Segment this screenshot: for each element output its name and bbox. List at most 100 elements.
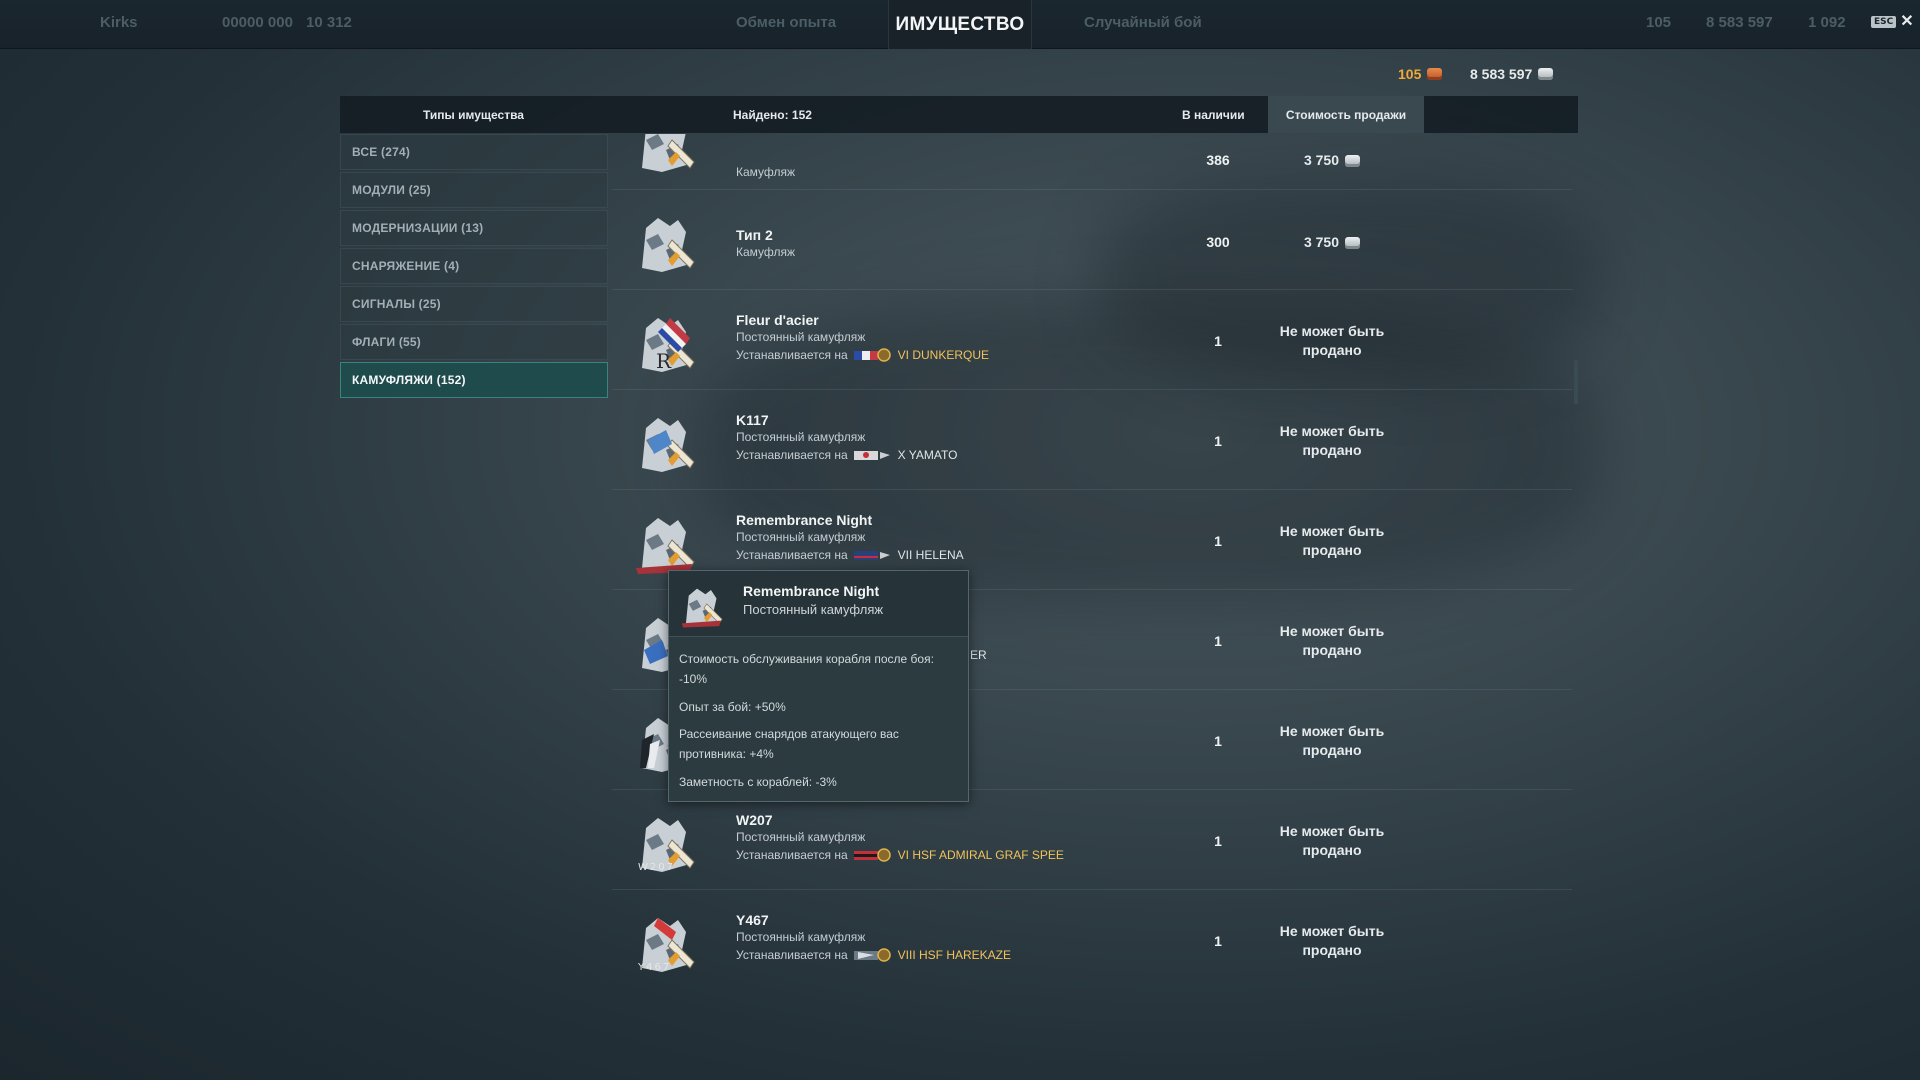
price-line-1: Не может быть bbox=[1279, 523, 1385, 539]
player-stat: 10 312 bbox=[306, 14, 352, 31]
item-list: Камуфляж 386 3 750 Тип 2 Камуфляж 300 3 … bbox=[612, 134, 1572, 984]
table-header: Типы имущества Найдено: 152 В наличии Ст… bbox=[340, 96, 1578, 133]
category-modules[interactable]: МОДУЛИ (25) bbox=[340, 172, 608, 208]
camouflage-brush-icon bbox=[636, 517, 695, 574]
item-quantity: 1 bbox=[1214, 433, 1222, 449]
item-ship: Устанавливается на X YAMATO bbox=[736, 448, 957, 462]
item-type: Камуфляж bbox=[736, 165, 796, 179]
player-name[interactable]: Kirks bbox=[100, 14, 138, 31]
top-free-xp: 1 092 bbox=[1808, 14, 1846, 31]
list-item[interactable]: Тип 2 Камуфляж 300 3 750 bbox=[612, 190, 1572, 290]
ship-name: ER bbox=[970, 648, 987, 662]
top-credits: 8 583 597 bbox=[1706, 14, 1773, 31]
price-line-1: Не может быть bbox=[1279, 923, 1385, 939]
header-in-stock[interactable]: В наличии bbox=[1182, 96, 1245, 133]
item-quantity: 300 bbox=[1206, 234, 1230, 250]
credits-coin-icon bbox=[1345, 236, 1361, 249]
camouflage-brush-icon bbox=[641, 417, 695, 473]
item-sell-price: Не может быть продано bbox=[1260, 622, 1404, 660]
price-line-2: продано bbox=[1302, 642, 1362, 658]
exchange-xp-link[interactable]: Обмен опыта bbox=[736, 14, 836, 31]
camouflage-brush-icon: Y467 bbox=[637, 917, 695, 973]
tooltip-subtitle: Постоянный камуфляж bbox=[743, 602, 884, 617]
ship-name: VIII HSF HAREKAZE bbox=[897, 948, 1012, 962]
ship-name: VII HELENA bbox=[897, 548, 964, 562]
category-camouflages[interactable]: КАМУФЛЯЖИ (152) bbox=[340, 362, 608, 398]
nation-flag-icon bbox=[853, 348, 892, 362]
category-signals[interactable]: СИГНАЛЫ (25) bbox=[340, 286, 608, 322]
item-quantity: 1 bbox=[1214, 833, 1222, 849]
close-icon: ✕ bbox=[1900, 13, 1914, 30]
top-navigation-bar: Kirks 00000 000 10 312 Обмен опыта Случа… bbox=[0, 0, 1920, 49]
camouflage-brush-icon bbox=[681, 588, 723, 628]
price-line-2: продано bbox=[1302, 742, 1362, 758]
svg-text:W207: W207 bbox=[638, 862, 675, 873]
list-item[interactable]: K117 Постоянный камуфляж Устанавливается… bbox=[612, 390, 1572, 490]
svg-text:Y467: Y467 bbox=[637, 962, 671, 973]
ship-name: VI HSF ADMIRAL GRAF SPEE bbox=[897, 848, 1064, 862]
item-type: Постоянный камуфляж bbox=[736, 930, 866, 944]
item-quantity: 1 bbox=[1214, 633, 1222, 649]
list-scrollbar[interactable] bbox=[1574, 360, 1578, 404]
item-quantity: 1 bbox=[1214, 733, 1222, 749]
item-type: Постоянный камуфляж bbox=[736, 830, 866, 844]
item-type: Постоянный камуфляж bbox=[736, 330, 866, 344]
item-name: Y467 bbox=[736, 912, 769, 928]
item-sell-price: Не может быть продано bbox=[1260, 322, 1404, 360]
item-sell-price: Не может быть продано bbox=[1260, 522, 1404, 560]
battle-mode-select[interactable]: Случайный бой bbox=[1084, 14, 1202, 31]
item-ship: ER bbox=[970, 648, 987, 662]
tooltip-bonus: Опыт за бой: +50% bbox=[679, 700, 786, 714]
item-name: Fleur d'acier bbox=[736, 312, 819, 328]
credits-value: 8 583 597 bbox=[1470, 66, 1533, 82]
credits-coin-icon bbox=[1345, 154, 1361, 167]
header-sell-price[interactable]: Стоимость продажи bbox=[1268, 96, 1424, 133]
item-ship: Устанавливается на VI HSF ADMIRAL GRAF S… bbox=[736, 848, 1064, 862]
credits-coin-icon bbox=[1538, 68, 1554, 80]
header-found-count: Найдено: 152 bbox=[733, 107, 812, 122]
price-line-2: продано bbox=[1302, 342, 1362, 358]
list-item[interactable]: R Fleur d'acier Постоянный камуфляж Уста… bbox=[612, 290, 1572, 390]
category-consumables[interactable]: СНАРЯЖЕНИЕ (4) bbox=[340, 248, 608, 284]
item-quantity: 1 bbox=[1214, 933, 1222, 949]
price-line-1: Не может быть bbox=[1279, 323, 1385, 339]
list-item[interactable]: Камуфляж 386 3 750 bbox=[612, 134, 1572, 190]
nation-flag-icon bbox=[853, 448, 892, 462]
close-button[interactable]: ESC ✕ bbox=[1871, 14, 1914, 30]
price-line-2: продано bbox=[1302, 942, 1362, 958]
price-line-2: продано bbox=[1302, 442, 1362, 458]
item-name: Remembrance Night bbox=[736, 512, 873, 528]
item-name: W207 bbox=[736, 812, 773, 828]
category-upgrades[interactable]: МОДЕРНИЗАЦИИ (13) bbox=[340, 210, 608, 246]
price-line-1: Не может быть bbox=[1279, 723, 1385, 739]
price-line-1: Не может быть bbox=[1279, 823, 1385, 839]
ship-label: Устанавливается на bbox=[736, 548, 848, 562]
header-property-types: Типы имущества bbox=[423, 107, 524, 122]
item-sell-price: Не может быть продано bbox=[1260, 922, 1404, 960]
camouflage-brush-icon: R bbox=[641, 317, 695, 373]
price-value: 3 750 bbox=[1303, 234, 1340, 250]
item-ship: Устанавливается на VIII HSF HAREKAZE bbox=[736, 948, 1011, 962]
category-flags[interactable]: ФЛАГИ (55) bbox=[340, 324, 608, 360]
esc-key-hint: ESC bbox=[1871, 16, 1897, 28]
camouflage-brush-icon bbox=[641, 134, 695, 173]
item-quantity: 1 bbox=[1214, 533, 1222, 549]
price-line-2: продано bbox=[1302, 842, 1362, 858]
doubloon-coin-icon bbox=[1427, 68, 1443, 80]
ship-name: VI DUNKERQUE bbox=[897, 348, 990, 362]
camouflage-tooltip: Remembrance Night Постоянный камуфляж Ст… bbox=[668, 570, 969, 802]
price-line-1: Не может быть bbox=[1279, 623, 1385, 639]
category-all[interactable]: ВСЕ (274) bbox=[340, 134, 608, 170]
ship-label: Устанавливается на bbox=[736, 348, 848, 362]
item-type: Постоянный камуфляж bbox=[736, 530, 866, 544]
item-sell-price: Не может быть продано bbox=[1260, 422, 1404, 460]
nation-flag-icon bbox=[853, 948, 892, 962]
item-type: Камуфляж bbox=[736, 245, 796, 259]
item-name: Тип 2 bbox=[736, 227, 773, 243]
price-line-1: Не может быть bbox=[1279, 423, 1385, 439]
list-item[interactable]: W207 W207 Постоянный камуфляж Устанавлив… bbox=[612, 790, 1572, 890]
item-ship: Устанавливается на VII HELENA bbox=[736, 548, 964, 562]
doubloons-value: 105 bbox=[1398, 66, 1422, 82]
list-item[interactable]: Y467 Y467 Постоянный камуфляж Устанавлив… bbox=[612, 890, 1572, 984]
ship-name: X YAMATO bbox=[897, 448, 958, 462]
